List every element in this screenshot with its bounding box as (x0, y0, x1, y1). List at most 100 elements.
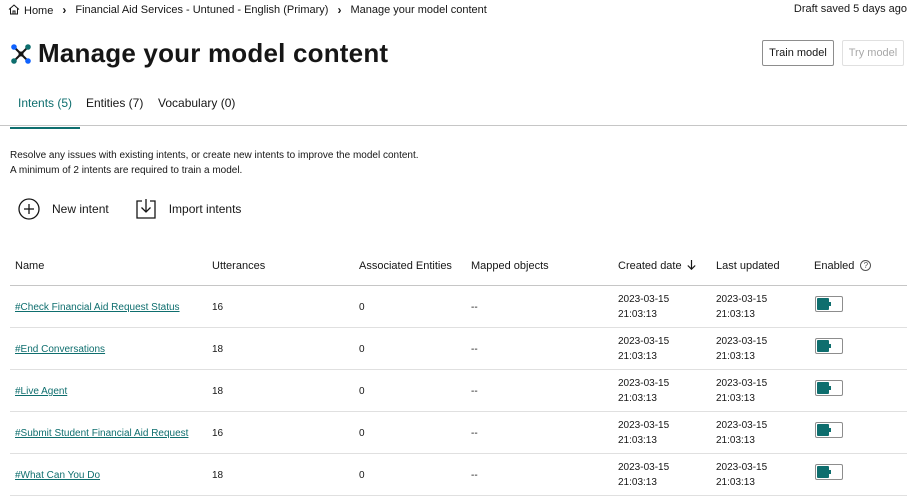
top-bar: Home › Financial Aid Services - Untuned … (0, 0, 907, 22)
column-header-enabled-label: Enabled (814, 260, 855, 272)
intent-name-link[interactable]: #Submit Student Financial Aid Request (15, 428, 188, 439)
utterances-count: 16 (212, 428, 224, 439)
utterances-count: 16 (212, 302, 224, 313)
updated-date: 2023-03-15 21:03:13 (716, 292, 767, 322)
created-date-time: 21:03:13 (618, 477, 657, 488)
entities-count: 0 (359, 428, 365, 439)
new-intent-button[interactable]: New intent (18, 198, 109, 220)
enabled-toggle[interactable] (815, 464, 843, 480)
entities-count: 0 (359, 344, 365, 355)
import-icon (136, 199, 156, 219)
updated-date-day: 2023-03-15 (716, 378, 768, 389)
intent-name-link[interactable]: #What Can You Do (15, 470, 100, 481)
description-line-1: Resolve any issues with existing intents… (10, 150, 419, 161)
enabled-toggle[interactable] (815, 380, 843, 396)
enabled-toggle[interactable] (815, 338, 843, 354)
toggle-knob (817, 424, 829, 436)
table-header: Name Utterances Associated Entities Mapp… (10, 244, 907, 286)
column-header-utterances[interactable]: Utterances (212, 260, 265, 272)
model-icon (11, 43, 31, 64)
utterances-count: 18 (212, 344, 224, 355)
add-circle-icon (18, 198, 40, 220)
new-intent-label: New intent (52, 202, 109, 216)
breadcrumb-project[interactable]: Financial Aid Services - Untuned - Engli… (75, 4, 328, 16)
toggle-knob (817, 298, 829, 310)
column-header-created[interactable]: Created date (618, 260, 696, 272)
description-line-2: A minimum of 2 intents are required to t… (10, 165, 243, 176)
updated-date: 2023-03-15 21:03:13 (716, 334, 767, 364)
updated-date-time: 21:03:13 (716, 309, 755, 320)
table-row: #Check Financial Aid Request Status 16 0… (10, 286, 907, 328)
updated-date-day: 2023-03-15 (716, 294, 768, 305)
mapped-objects: -- (471, 386, 478, 397)
column-header-name[interactable]: Name (15, 260, 44, 272)
created-date: 2023-03-15 21:03:13 (618, 418, 669, 448)
created-date-day: 2023-03-15 (618, 462, 670, 473)
toggle-knob (817, 382, 829, 394)
draft-status: Draft saved 5 days ago (793, 3, 907, 15)
breadcrumb-current: Manage your model content (350, 4, 487, 16)
created-date-time: 21:03:13 (618, 351, 657, 362)
intent-name-link[interactable]: #End Conversations (15, 344, 105, 355)
mapped-objects: -- (471, 470, 478, 481)
updated-date-time: 21:03:13 (716, 435, 755, 446)
toggle-knob (817, 340, 829, 352)
created-date-day: 2023-03-15 (618, 378, 670, 389)
updated-date-time: 21:03:13 (716, 393, 755, 404)
created-date: 2023-03-15 21:03:13 (618, 334, 669, 364)
help-icon[interactable]: ? (860, 260, 872, 271)
breadcrumb-home-label: Home (24, 4, 54, 17)
created-date: 2023-03-15 21:03:13 (618, 376, 669, 406)
entities-count: 0 (359, 386, 365, 397)
created-date-day: 2023-03-15 (618, 420, 670, 431)
tab-intents[interactable]: Intents (5) (10, 96, 81, 129)
sort-arrow-down-icon (687, 260, 696, 271)
chevron-right-icon: › (337, 3, 342, 17)
utterances-count: 18 (212, 386, 224, 397)
entities-count: 0 (359, 470, 365, 481)
intent-name-link[interactable]: #Live Agent (15, 386, 67, 397)
table-row: #What Can You Do 18 0 -- 2023-03-15 21:03… (10, 454, 907, 496)
mapped-objects: -- (471, 428, 478, 439)
home-icon (8, 3, 20, 14)
toggle-knob (817, 466, 829, 478)
updated-date-time: 21:03:13 (716, 477, 755, 488)
created-date: 2023-03-15 21:03:13 (618, 292, 669, 322)
column-header-enabled[interactable]: Enabled? (814, 260, 872, 272)
breadcrumb-home[interactable]: Home (8, 3, 54, 17)
updated-date-day: 2023-03-15 (716, 336, 768, 347)
created-date-time: 21:03:13 (618, 393, 657, 404)
intents-description: Resolve any issues with existing intents… (10, 148, 419, 178)
intent-actions: New intent Import intents (18, 198, 241, 220)
import-intents-button[interactable]: Import intents (135, 198, 242, 220)
page-header: Manage your model content (10, 38, 388, 69)
table-row: #Live Agent 18 0 -- 2023-03-15 21:03:13 2… (10, 370, 907, 412)
column-header-mapped[interactable]: Mapped objects (471, 260, 549, 272)
import-intents-label: Import intents (168, 202, 242, 216)
train-model-button[interactable]: Train model (762, 40, 834, 66)
intents-table: Name Utterances Associated Entities Mapp… (10, 244, 907, 496)
created-date-day: 2023-03-15 (618, 336, 670, 347)
enabled-toggle[interactable] (815, 296, 843, 312)
updated-date-time: 21:03:13 (716, 351, 755, 362)
utterances-count: 18 (212, 470, 224, 481)
chevron-right-icon: › (62, 3, 67, 17)
table-row: #Submit Student Financial Aid Request 16… (10, 412, 907, 454)
created-date-time: 21:03:13 (618, 309, 657, 320)
updated-date: 2023-03-15 21:03:13 (716, 460, 767, 490)
updated-date-day: 2023-03-15 (716, 462, 768, 473)
created-date-day: 2023-03-15 (618, 294, 670, 305)
table-row: #End Conversations 18 0 -- 2023-03-15 21:… (10, 328, 907, 370)
mapped-objects: -- (471, 302, 478, 313)
column-header-entities[interactable]: Associated Entities (359, 260, 452, 272)
entities-count: 0 (359, 302, 365, 313)
page-title: Manage your model content (38, 38, 389, 68)
enabled-toggle[interactable] (815, 422, 843, 438)
tab-vocabulary[interactable]: Vocabulary (0) (158, 96, 235, 126)
try-model-button[interactable]: Try model (842, 40, 904, 66)
tab-entities[interactable]: Entities (7) (86, 96, 143, 126)
created-date-time: 21:03:13 (618, 435, 657, 446)
intent-name-link[interactable]: #Check Financial Aid Request Status (15, 302, 180, 313)
updated-date: 2023-03-15 21:03:13 (716, 418, 767, 448)
column-header-updated[interactable]: Last updated (716, 260, 780, 272)
